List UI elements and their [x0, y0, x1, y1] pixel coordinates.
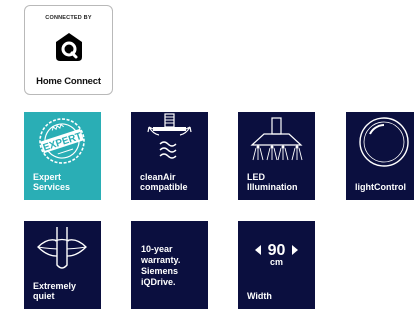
expert-stamp-text: EXPERT	[42, 131, 83, 154]
tile-label: Extremely quiet	[33, 281, 77, 301]
width-unit: cm	[269, 257, 283, 267]
tile-led-illumination: LED Illumination	[238, 112, 315, 200]
tile-light-control: lightControl	[346, 112, 414, 200]
tile-label: cleanAir compatible	[140, 172, 188, 192]
quiet-lips-icon	[37, 227, 87, 269]
warranty-text: 10-year warranty. Siemens iQDrive.	[141, 244, 181, 287]
tile-label: LED Illumination	[247, 172, 298, 192]
tile-width: 90 cm Width	[238, 221, 315, 309]
tile-label: Width	[247, 291, 272, 301]
tile-cleanair: cleanAir compatible	[131, 112, 208, 200]
tile-warranty: 10-year warranty. Siemens iQDrive.	[131, 221, 208, 309]
tile-expert-services: EXPERT Expert Services	[24, 112, 101, 200]
light-control-icon	[359, 117, 409, 167]
badge-top-text: CONNECTED BY	[45, 15, 92, 21]
tile-label: lightControl	[355, 182, 406, 192]
expert-stamp-icon: EXPERT	[39, 118, 85, 164]
home-connect-badge: CONNECTED BY Home Connect	[24, 5, 113, 95]
tile-extremely-quiet: Extremely quiet	[24, 221, 101, 309]
width-value-group: 90 cm	[238, 243, 315, 267]
badge-brand-name: Home Connect	[36, 76, 101, 87]
led-hood-icon	[250, 117, 303, 161]
tile-label: Expert Services	[33, 172, 71, 192]
clean-air-icon	[147, 113, 192, 159]
home-connect-house-icon	[56, 33, 82, 61]
